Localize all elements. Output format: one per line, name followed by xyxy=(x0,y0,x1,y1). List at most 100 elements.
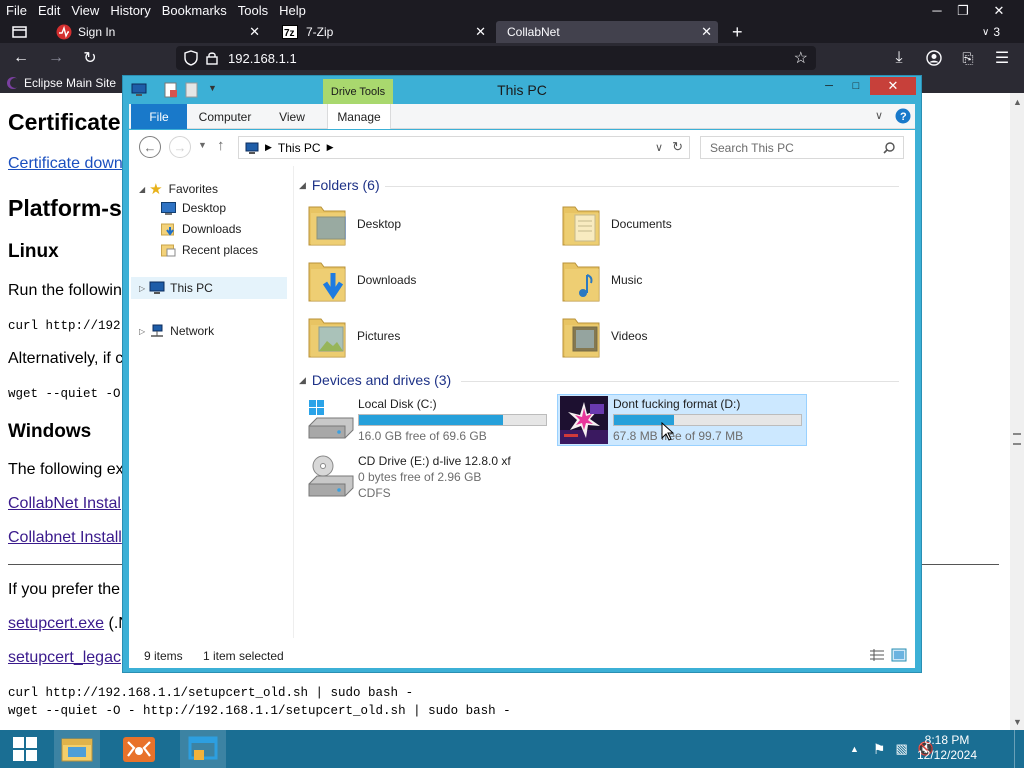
page-scrollbar[interactable]: ▲ ▼ xyxy=(1010,93,1024,730)
explorer-titlebar[interactable]: ▼ Drive Tools This PC ─ □ ✕ xyxy=(123,76,921,104)
network-status-icon[interactable]: ▧ xyxy=(895,741,907,757)
menu-bookmarks[interactable]: Bookmarks xyxy=(157,3,233,18)
extensions-button[interactable]: ⎘ xyxy=(957,47,979,69)
status-bar: 9 items 1 item selected xyxy=(129,638,915,668)
link-collabnet-installer-2[interactable]: Collabnet Install xyxy=(8,529,122,547)
folder-music[interactable]: Music xyxy=(561,254,642,306)
scroll-down-icon[interactable]: ▼ xyxy=(1013,717,1022,727)
tab-7zip[interactable]: 7z 7-Zip ✕ xyxy=(278,21,492,43)
tab-sign-in[interactable]: Sign In ✕ xyxy=(52,21,266,43)
menu-tools[interactable]: Tools xyxy=(233,3,274,18)
address-dropdown-icon[interactable]: ∨ xyxy=(655,141,663,154)
url-bar[interactable]: 192.168.1.1 ☆ xyxy=(176,46,816,70)
link-setupcert-legacy[interactable]: setupcert_legac xyxy=(8,649,121,667)
folder-pictures[interactable]: Pictures xyxy=(307,310,400,362)
downloads-button[interactable]: ⤓ xyxy=(888,47,910,69)
tab-close-icon[interactable]: ✕ xyxy=(475,24,486,40)
browser-restore-button[interactable]: ❐ xyxy=(946,0,980,21)
search-box[interactable]: Search This PC xyxy=(700,136,904,159)
reload-icon: ↻ xyxy=(83,50,97,67)
collapse-arrow-icon[interactable]: ◢ xyxy=(139,185,145,194)
explorer-forward-button[interactable]: → xyxy=(169,136,191,158)
tab-overflow-button[interactable]: ∨ 3 xyxy=(982,21,1022,43)
clock[interactable]: 8:18 PM 12/12/2024 xyxy=(914,733,980,763)
folder-desktop[interactable]: Desktop xyxy=(307,198,401,250)
folder-videos[interactable]: Videos xyxy=(561,310,647,362)
tab-view[interactable]: View xyxy=(267,104,317,129)
breadcrumb-arrow-icon[interactable]: ▶ xyxy=(327,142,334,153)
tab-list-button[interactable] xyxy=(4,21,44,43)
tab-computer[interactable]: Computer xyxy=(193,104,257,129)
link-setupcert[interactable]: setupcert.exe xyxy=(8,615,104,632)
heading-platform: Platform-s xyxy=(8,195,122,221)
explorer-maximize-button[interactable]: □ xyxy=(843,77,869,95)
drives-group-header[interactable]: ◢ Devices and drives (3) xyxy=(299,372,451,388)
show-desktop-button[interactable] xyxy=(1014,730,1024,768)
breadcrumb-this-pc[interactable]: This PC xyxy=(278,141,321,155)
show-hidden-icons-icon[interactable]: ▲ xyxy=(850,744,859,754)
expand-arrow-icon[interactable]: ▷ xyxy=(139,284,145,293)
explorer-close-button[interactable]: ✕ xyxy=(870,77,916,95)
explorer-minimize-button[interactable]: ─ xyxy=(816,77,842,95)
folder-label: Documents xyxy=(611,217,672,231)
nav-this-pc[interactable]: ▷ This PC xyxy=(131,277,287,299)
tab-close-icon[interactable]: ✕ xyxy=(701,24,712,40)
address-bar[interactable]: ▶ This PC ▶ ∨ ↻ xyxy=(238,136,690,159)
link-collabnet-installer-1[interactable]: CollabNet Instal xyxy=(8,495,121,513)
details-view-icon[interactable] xyxy=(869,648,885,662)
app-menu-button[interactable]: ☰ xyxy=(991,47,1013,69)
start-button[interactable] xyxy=(0,730,50,768)
taskbar-firefox[interactable] xyxy=(116,730,162,768)
drive-d[interactable]: Dont fucking format (D:) 67.8 MB free of… xyxy=(557,394,807,446)
menu-edit[interactable]: Edit xyxy=(33,3,66,18)
tab-close-icon[interactable]: ✕ xyxy=(249,24,260,40)
menu-file[interactable]: File xyxy=(0,3,33,18)
expand-arrow-icon[interactable]: ▷ xyxy=(139,327,145,336)
linux-code-curl: curl http://192. xyxy=(8,319,129,333)
ribbon-tabs: File Computer View Manage ∨ ? xyxy=(129,104,915,129)
link-certificate-download[interactable]: Certificate down xyxy=(8,155,123,173)
large-icons-view-icon[interactable] xyxy=(891,648,907,662)
tab-collabnet[interactable]: CollabNet ✕ xyxy=(496,21,718,43)
menu-help[interactable]: Help xyxy=(274,3,312,18)
folder-downloads[interactable]: Downloads xyxy=(307,254,416,306)
breadcrumb-arrow-icon[interactable]: ▶ xyxy=(265,142,272,153)
nav-desktop[interactable]: Desktop xyxy=(161,201,226,215)
bookmark-eclipse[interactable]: Eclipse Main Site xyxy=(6,76,116,90)
taskbar-file-explorer[interactable] xyxy=(54,730,100,768)
expand-ribbon-icon[interactable]: ∨ xyxy=(875,109,883,122)
explorer-back-button[interactable]: ← xyxy=(139,136,161,158)
refresh-icon[interactable]: ↻ xyxy=(672,139,683,155)
reload-button[interactable]: ↻ xyxy=(79,47,101,69)
scroll-up-icon[interactable]: ▲ xyxy=(1013,97,1022,107)
action-center-flag-icon[interactable]: ⚑ xyxy=(873,741,886,758)
new-tab-button[interactable]: + xyxy=(732,21,754,43)
forward-button[interactable]: → xyxy=(45,47,67,69)
folders-group-header[interactable]: ◢ Folders (6) xyxy=(299,177,380,193)
nav-recent-places[interactable]: Recent places xyxy=(161,243,258,257)
tab-manage[interactable]: Manage xyxy=(327,104,391,129)
browser-close-button[interactable]: ✕ xyxy=(982,0,1016,21)
chevron-down-icon: ∨ xyxy=(982,26,990,38)
up-button[interactable]: ↑ xyxy=(217,137,225,154)
account-button[interactable] xyxy=(923,47,945,69)
taskbar-app[interactable] xyxy=(180,730,226,768)
menu-view[interactable]: View xyxy=(66,3,105,18)
minimize-icon: ─ xyxy=(825,80,833,92)
back-button[interactable]: ← xyxy=(10,47,32,69)
nav-network[interactable]: ▷ Network xyxy=(139,324,214,338)
drive-e[interactable]: CD Drive (E:) d-live 12.8.0 xf 0 bytes f… xyxy=(303,452,553,504)
scroll-thumb[interactable] xyxy=(1013,433,1021,445)
folder-documents[interactable]: Documents xyxy=(561,198,672,250)
bookmark-star-icon[interactable]: ☆ xyxy=(794,48,808,68)
collapse-arrow-icon[interactable]: ◢ xyxy=(299,375,306,386)
nav-downloads[interactable]: Downloads xyxy=(161,222,241,236)
collapse-arrow-icon[interactable]: ◢ xyxy=(299,180,306,191)
help-icon[interactable]: ? xyxy=(895,108,911,124)
recent-locations-icon[interactable]: ▼ xyxy=(198,140,207,150)
tab-file[interactable]: File xyxy=(131,104,187,129)
menu-history[interactable]: History xyxy=(105,3,156,18)
drive-c[interactable]: Local Disk (C:) 16.0 GB free of 69.6 GB xyxy=(303,394,553,446)
plus-icon: + xyxy=(732,21,743,42)
nav-favorites[interactable]: ◢ ★ Favorites xyxy=(139,180,218,198)
